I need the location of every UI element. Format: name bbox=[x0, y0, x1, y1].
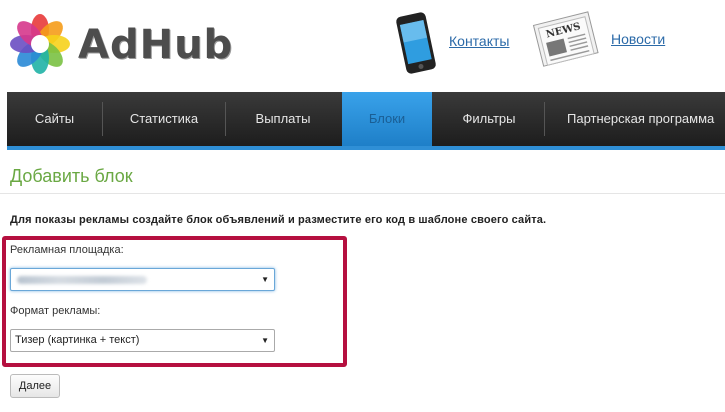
phone-icon bbox=[396, 12, 436, 74]
blurred-platform-value bbox=[17, 276, 147, 284]
main-nav: Сайты Статистика Выплаты Блоки Фильтры П… bbox=[7, 92, 725, 146]
nav-item-statistics[interactable]: Статистика bbox=[103, 92, 225, 146]
nav-item-partner-program[interactable]: Партнерская программа bbox=[567, 92, 725, 146]
nav-accent-bar bbox=[7, 146, 725, 150]
adhub-logo[interactable]: AdHub bbox=[8, 12, 232, 74]
page-title: Добавить блок bbox=[10, 166, 133, 186]
contacts-link[interactable]: Контакты bbox=[449, 33, 509, 49]
nav-item-payouts[interactable]: Выплаты bbox=[226, 92, 340, 146]
nav-item-filters[interactable]: Фильтры bbox=[434, 92, 544, 146]
site-header: AdHub Контакты NEWS Новости bbox=[0, 0, 725, 92]
chevron-down-icon: ▼ bbox=[261, 275, 269, 284]
next-button[interactable]: Далее bbox=[10, 374, 60, 398]
instructions-text: Для показы рекламы создайте блок объявле… bbox=[10, 214, 547, 226]
chevron-down-icon: ▼ bbox=[261, 336, 269, 345]
logo-text: AdHub bbox=[78, 22, 234, 68]
nav-separator bbox=[544, 102, 545, 136]
adhub-logo-icon bbox=[10, 14, 70, 74]
nav-item-blocks[interactable]: Блоки bbox=[342, 92, 432, 146]
newspaper-icon: NEWS bbox=[532, 11, 599, 67]
platform-select[interactable]: ▼ bbox=[10, 268, 275, 291]
format-select[interactable]: Тизер (картинка + текст) ▼ bbox=[10, 329, 275, 352]
format-label: Формат рекламы: bbox=[10, 305, 101, 317]
nav-item-sites[interactable]: Сайты bbox=[7, 92, 102, 146]
title-divider bbox=[0, 193, 725, 194]
platform-label: Рекламная площадка: bbox=[10, 244, 124, 256]
format-select-value: Тизер (картинка + текст) bbox=[15, 334, 140, 346]
news-link[interactable]: Новости bbox=[611, 31, 665, 47]
